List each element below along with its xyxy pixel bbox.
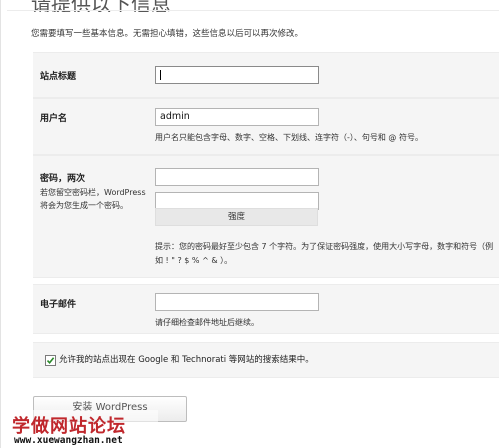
password-hint-line-1: 提示：您的密码最好至少包含 7 个字符。为了保证密码强度，使用大小写字母，数字和… xyxy=(155,242,494,251)
username-row: 用户名 admin 用户名只能包含字母、数字、空格、下划线、连字符（-）、句号和… xyxy=(33,98,499,155)
username-input[interactable]: admin xyxy=(155,108,319,126)
site-title-row: 站点标题 xyxy=(33,52,499,98)
privacy-row: 允许我的站点出现在 Google 和 Technorati 等网站的搜索结果中。 xyxy=(33,342,499,378)
text-caret xyxy=(160,70,161,80)
password-row: 密码，两次 若您留空密码栏，WordPress 将会为您生成一个密码。 强度 提… xyxy=(33,155,499,278)
site-title-input[interactable] xyxy=(155,66,319,84)
email-hint: 请仔细检查邮件地址后继续。 xyxy=(155,318,259,327)
username-hint: 用户名只能包含字母、数字、空格、下划线、连字符（-）、句号和 @ 符号。 xyxy=(155,133,423,142)
intro-text: 您需要填写一些基本信息。无需担心填错，这些信息以后可以再次修改。 xyxy=(31,29,304,39)
heading-divider xyxy=(7,10,499,11)
password-strength-indicator: 强度 xyxy=(155,208,318,226)
watermark-url: www.xuewangzhan.net xyxy=(14,435,123,446)
password-sublabel: 若您留空密码栏，WordPress 将会为您生成一个密码。 xyxy=(40,188,146,210)
install-page: 请提供以下信息 您需要填写一些基本信息。无需担心填错，这些信息以后可以再次修改。… xyxy=(0,0,499,448)
site-title-label: 站点标题 xyxy=(40,72,77,82)
email-label: 电子邮件 xyxy=(40,300,77,310)
password-input-1[interactable] xyxy=(155,168,319,186)
site-watermark: 学做网站论坛 www.xuewangzhan.net xyxy=(8,410,158,448)
email-input[interactable] xyxy=(155,293,319,311)
privacy-label: 允许我的站点出现在 Google 和 Technorati 等网站的搜索结果中。 xyxy=(59,355,314,365)
username-value: admin xyxy=(160,111,190,122)
email-row: 电子邮件 请仔细检查邮件地址后继续。 xyxy=(33,284,499,334)
checkmark-icon xyxy=(46,357,55,365)
username-label: 用户名 xyxy=(40,114,68,124)
password-hint-line-2: 如 ! " ? $ % ^ & ）。 xyxy=(155,256,233,265)
password-label: 密码，两次 xyxy=(40,174,86,184)
privacy-checkbox[interactable] xyxy=(45,355,56,366)
